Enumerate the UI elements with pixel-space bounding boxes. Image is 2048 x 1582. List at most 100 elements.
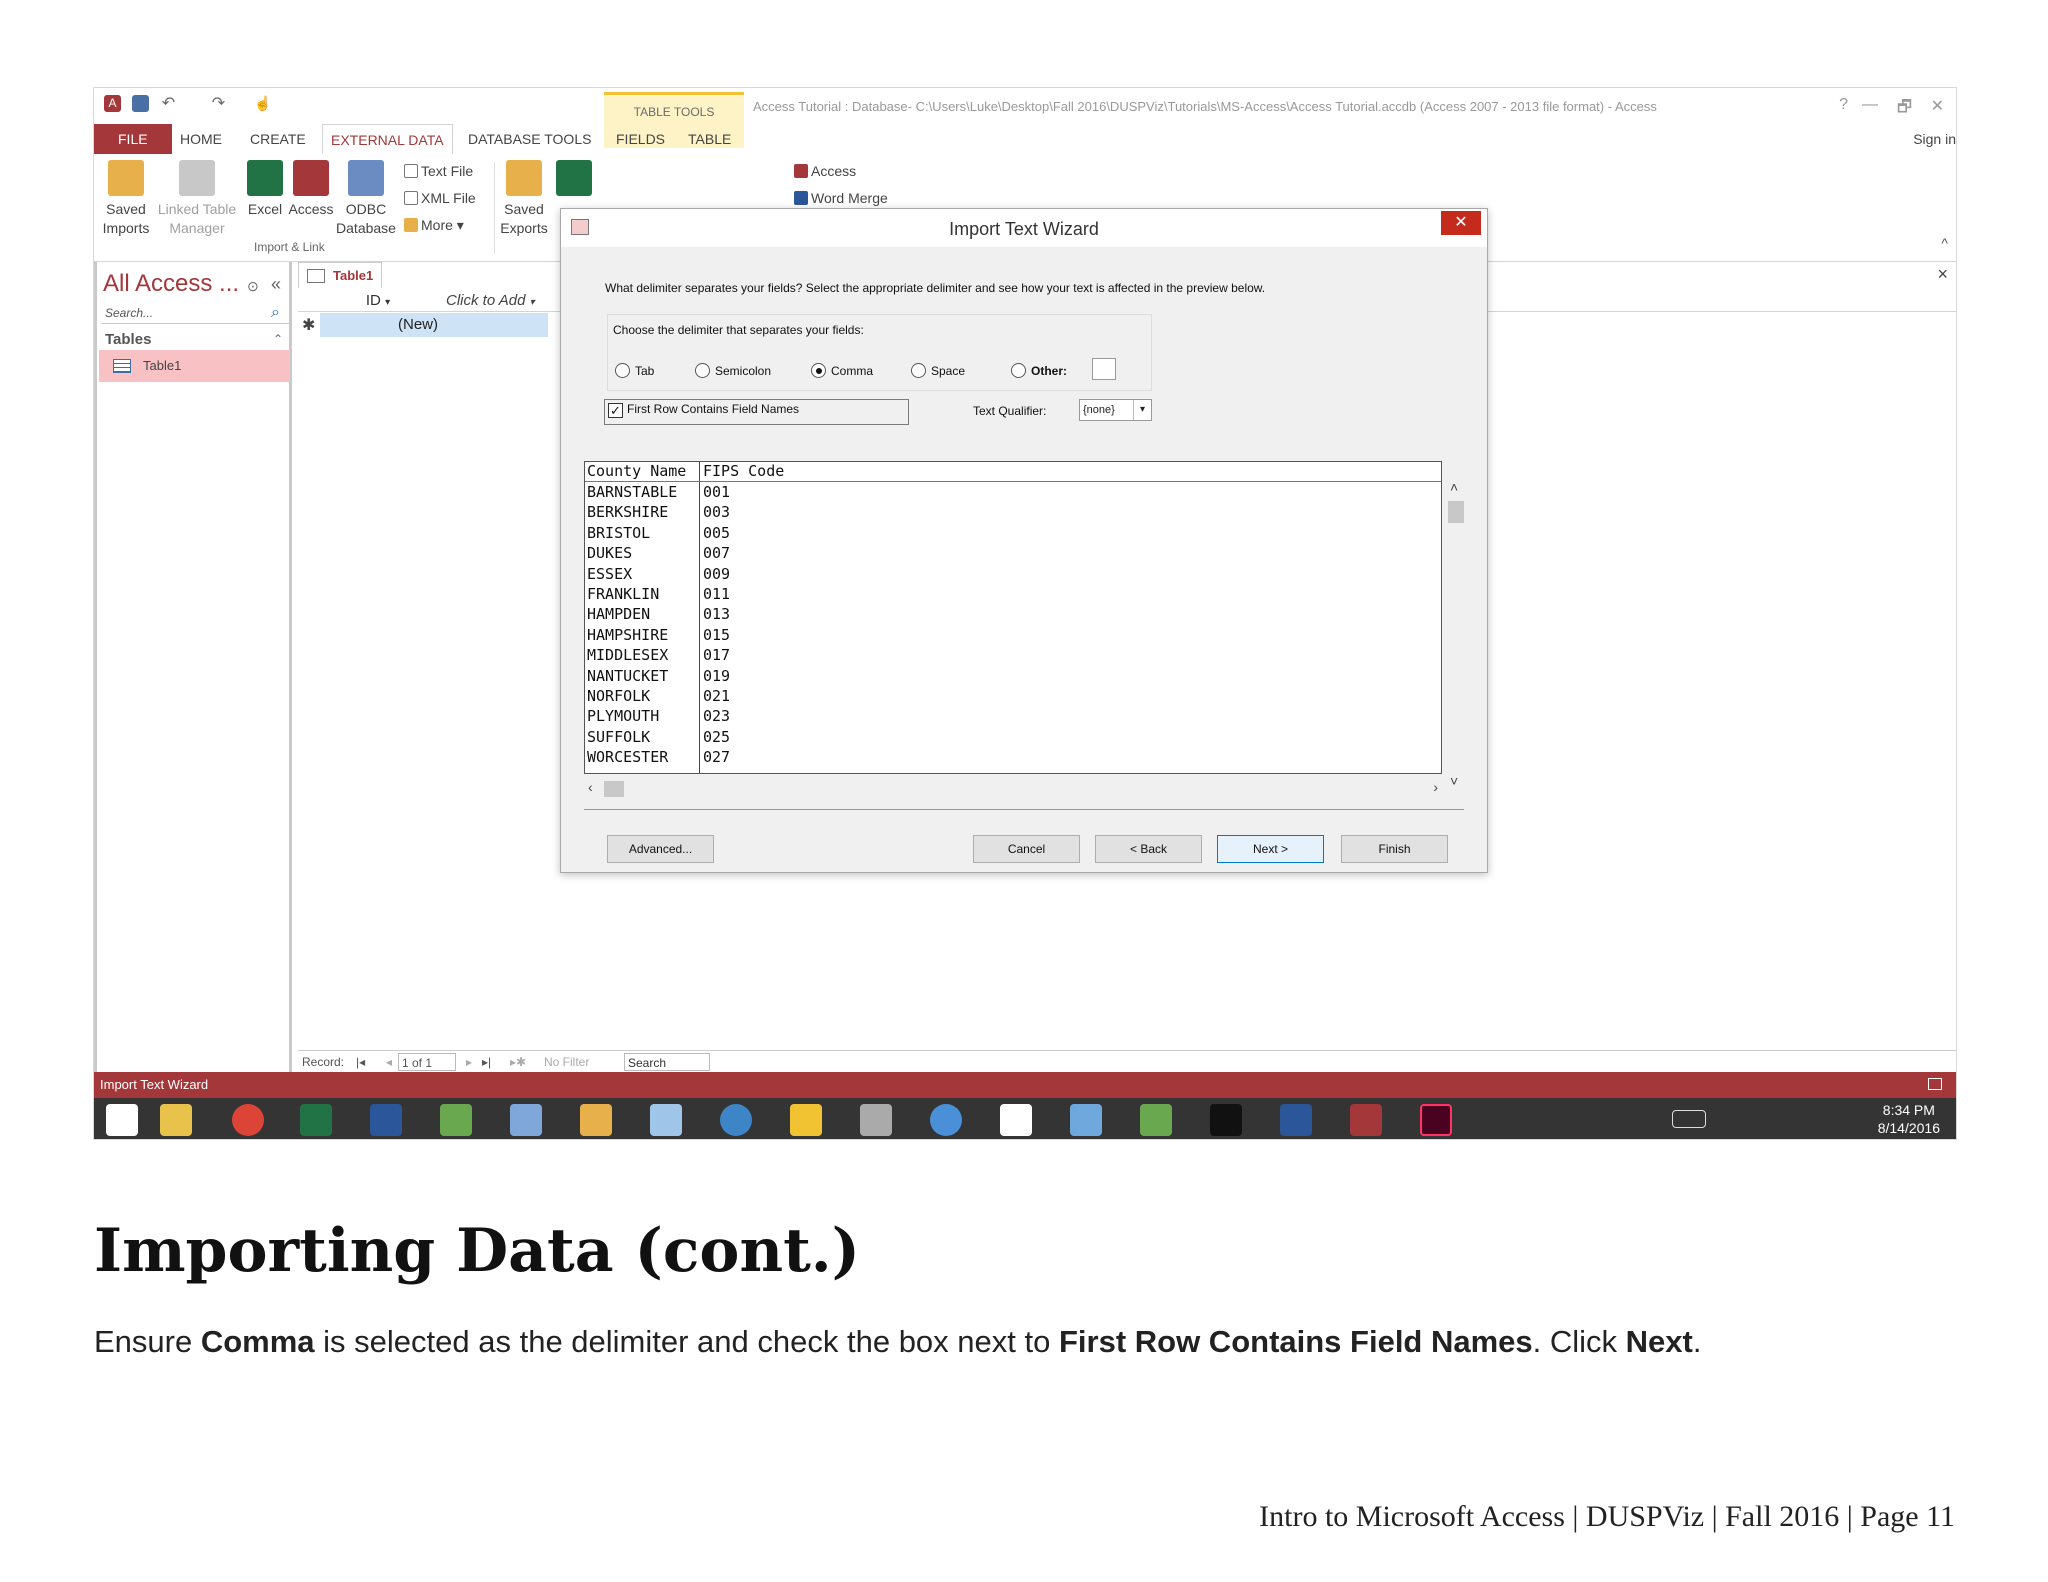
acrobat-icon[interactable]: [1000, 1104, 1032, 1136]
help-button[interactable]: ?: [1839, 96, 1848, 114]
saved-imports-button[interactable]: Saved Imports: [96, 160, 156, 238]
sign-in-link[interactable]: Sign in: [1913, 124, 1956, 154]
radio-semicolon[interactable]: Semicolon: [695, 363, 771, 378]
hscroll-thumb[interactable]: [604, 781, 624, 797]
calculator-icon[interactable]: [510, 1104, 542, 1136]
first-record-icon[interactable]: |◂: [356, 1051, 365, 1073]
access-taskbar-icon[interactable]: [1350, 1104, 1382, 1136]
word-taskbar-icon-2[interactable]: [1280, 1104, 1312, 1136]
saved-exports-button[interactable]: Saved Exports: [496, 160, 552, 238]
excel-taskbar-icon[interactable]: [300, 1104, 332, 1136]
close-window-button[interactable]: ✕: [1931, 96, 1944, 116]
nav-dropdown-icon[interactable]: ⊙: [247, 278, 259, 295]
prev-record-icon[interactable]: ◂: [386, 1051, 392, 1073]
preview-vertical-scrollbar[interactable]: ˄ ˅: [1448, 479, 1464, 789]
nav-search-input[interactable]: Search...: [101, 302, 289, 324]
notes-icon[interactable]: [650, 1104, 682, 1136]
tab-fields[interactable]: FIELDS: [612, 124, 669, 154]
instruction-paragraph: Ensure Comma is selected as the delimite…: [94, 1324, 1702, 1360]
tab-database-tools[interactable]: DATABASE TOOLS: [464, 124, 595, 154]
radio-space[interactable]: Space: [911, 363, 965, 378]
advanced-button[interactable]: Advanced...: [607, 835, 714, 863]
close-table-icon[interactable]: ×: [1937, 264, 1948, 285]
touch-mode-icon[interactable]: ☝: [254, 95, 271, 112]
search-icon[interactable]: ⌕: [271, 304, 280, 322]
import-access-button[interactable]: Access: [286, 160, 336, 219]
save-icon[interactable]: [132, 95, 149, 112]
cancel-button[interactable]: Cancel: [973, 835, 1080, 863]
search-app-icon[interactable]: [720, 1104, 752, 1136]
terminal-icon[interactable]: [1210, 1104, 1242, 1136]
redo-icon[interactable]: ↷: [210, 95, 227, 112]
linked-table-manager-button[interactable]: Linked Table Manager: [152, 160, 242, 238]
scroll-down-icon[interactable]: ˅: [1450, 773, 1458, 789]
text-qualifier-select[interactable]: {none} ▾: [1079, 399, 1152, 421]
arccatalog-icon[interactable]: [580, 1104, 612, 1136]
export-excel-button[interactable]: [554, 160, 594, 200]
radio-semicolon-label: Semicolon: [715, 364, 772, 378]
radio-tab[interactable]: Tab: [615, 363, 654, 378]
finish-button[interactable]: Finish: [1341, 835, 1448, 863]
tab-external-data[interactable]: EXTERNAL DATA: [322, 124, 453, 154]
system-clock[interactable]: 8:34 PM 8/14/2016: [1878, 1101, 1940, 1137]
back-button[interactable]: < Back: [1095, 835, 1202, 863]
tab-table[interactable]: TABLE: [684, 124, 735, 154]
remote-desktop-icon[interactable]: [1070, 1104, 1102, 1136]
export-access-button[interactable]: Access: [794, 162, 856, 180]
word-taskbar-icon[interactable]: [370, 1104, 402, 1136]
tab-table1[interactable]: Table1: [298, 262, 382, 288]
new-record-icon[interactable]: ▸✱: [510, 1051, 526, 1073]
tab-home[interactable]: HOME: [176, 124, 226, 154]
data-preview[interactable]: County Name FIPS Code BARNSTABLE 001 BERKS…: [584, 461, 1442, 774]
minimize-button[interactable]: —: [1862, 96, 1878, 114]
nav-item-table1[interactable]: Table1: [99, 350, 290, 382]
word-merge-button[interactable]: Word Merge: [794, 189, 888, 207]
last-record-icon[interactable]: ▸|: [482, 1051, 491, 1073]
record-position-field[interactable]: 1 of 1: [398, 1053, 456, 1071]
scroll-thumb[interactable]: [1448, 501, 1464, 523]
new-record-row[interactable]: (New): [320, 313, 548, 337]
datasheet-view-icon[interactable]: [1928, 1078, 1942, 1090]
folder-app-icon[interactable]: [790, 1104, 822, 1136]
dialog-close-button[interactable]: ✕: [1441, 211, 1481, 235]
collapse-group-icon[interactable]: ⌃: [273, 332, 283, 346]
preview-horizontal-scrollbar[interactable]: ‹ ›: [584, 779, 1442, 799]
tab-create[interactable]: CREATE: [246, 124, 310, 154]
arcmap-icon[interactable]: [1140, 1104, 1172, 1136]
restore-button[interactable]: 🗗: [1897, 96, 1912, 123]
click-to-add-column[interactable]: Click to Add ▾: [438, 292, 548, 309]
scroll-left-icon[interactable]: ‹: [588, 779, 593, 795]
text-file-button[interactable]: Text File: [404, 162, 473, 180]
nav-group-tables[interactable]: Tables: [105, 331, 151, 348]
browser-icon[interactable]: [930, 1104, 962, 1136]
start-icon[interactable]: [106, 1104, 138, 1136]
first-row-field-names-checkbox[interactable]: ✓ First Row Contains Field Names: [604, 399, 909, 425]
more-import-button[interactable]: More ▾: [404, 216, 464, 234]
file-explorer-icon[interactable]: [160, 1104, 192, 1136]
import-excel-button[interactable]: Excel: [242, 160, 288, 219]
shutter-bar-icon[interactable]: «: [271, 274, 281, 295]
xml-file-button[interactable]: XML File: [404, 189, 476, 207]
nav-pane-header[interactable]: All Access ...: [103, 270, 239, 298]
undo-icon[interactable]: ↶: [160, 95, 177, 112]
navigation-pane: All Access ... ⊙ « Search... ⌕ Tables ⌃ …: [94, 262, 292, 1072]
chrome-icon[interactable]: [232, 1104, 264, 1136]
radio-comma[interactable]: Comma: [811, 363, 873, 378]
snipping-tool-icon[interactable]: [860, 1104, 892, 1136]
next-button[interactable]: Next >: [1217, 835, 1324, 863]
arcgis-icon[interactable]: [440, 1104, 472, 1136]
next-record-icon[interactable]: ▸: [466, 1051, 472, 1073]
radio-other[interactable]: Other:: [1011, 363, 1067, 378]
access-label: Access: [288, 201, 334, 217]
other-delimiter-input[interactable]: [1092, 358, 1116, 380]
collapse-ribbon-icon[interactable]: ^: [1941, 234, 1948, 252]
odbc-database-button[interactable]: ODBC Database: [334, 160, 398, 238]
record-search-input[interactable]: Search: [624, 1053, 710, 1071]
scroll-up-icon[interactable]: ˄: [1450, 479, 1458, 495]
tab-file[interactable]: FILE: [94, 124, 172, 154]
column-id-header[interactable]: ID ▾: [318, 292, 438, 309]
keyboard-icon[interactable]: [1672, 1110, 1706, 1128]
no-filter-button[interactable]: No Filter: [544, 1051, 589, 1073]
indesign-icon[interactable]: [1420, 1104, 1452, 1136]
scroll-right-icon[interactable]: ›: [1433, 779, 1438, 795]
